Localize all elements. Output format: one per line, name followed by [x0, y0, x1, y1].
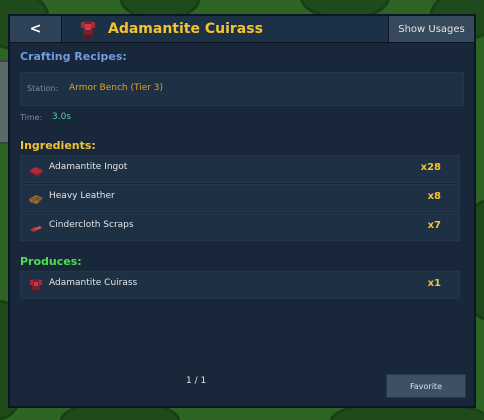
ingredient-row[interactable]: Adamantite Ingot x28 [20, 155, 460, 183]
leather-icon [29, 195, 43, 204]
ingredients-heading: Ingredients: [20, 139, 96, 152]
ingredient-quantity: x7 [427, 220, 441, 231]
product-row[interactable]: Adamantite Cuirass x1 [20, 271, 460, 299]
crafting-recipes-heading: Crafting Recipes: [20, 50, 127, 63]
ingredient-row[interactable]: Heavy Leather x8 [20, 184, 460, 212]
ingredient-name: Cindercloth Scraps [49, 220, 134, 230]
ingredient-name: Heavy Leather [49, 191, 115, 201]
ingredient-quantity: x8 [427, 191, 441, 202]
title-bar: < Adamantite Cuirass Show Usages [10, 16, 474, 43]
product-name: Adamantite Cuirass [49, 278, 138, 288]
station-value: Armor Bench (Tier 3) [69, 83, 164, 93]
show-usages-button[interactable]: Show Usages [388, 16, 474, 42]
product-quantity: x1 [427, 278, 441, 289]
ingredient-name: Adamantite Ingot [49, 162, 128, 172]
page-title: Adamantite Cuirass [108, 21, 263, 37]
ingredient-row[interactable]: Cindercloth Scraps x7 [20, 213, 460, 241]
cuirass-icon [30, 279, 42, 294]
cloth-scraps-icon [30, 226, 42, 232]
page-indicator: 1 / 1 [186, 376, 207, 386]
station-row: Station: Armor Bench (Tier 3) [20, 72, 464, 106]
time-label: Time: [20, 113, 43, 122]
back-button[interactable]: < [10, 16, 62, 42]
time-value: 3.0s [52, 112, 72, 122]
favorite-button[interactable]: Favorite [386, 374, 466, 398]
ingredient-quantity: x28 [420, 162, 441, 173]
station-label: Station: [27, 84, 59, 93]
cuirass-icon [81, 21, 95, 39]
produces-heading: Produces: [20, 255, 82, 268]
crafting-panel: < Adamantite Cuirass Show Usages Craftin… [8, 14, 476, 408]
ingot-icon [29, 167, 43, 177]
